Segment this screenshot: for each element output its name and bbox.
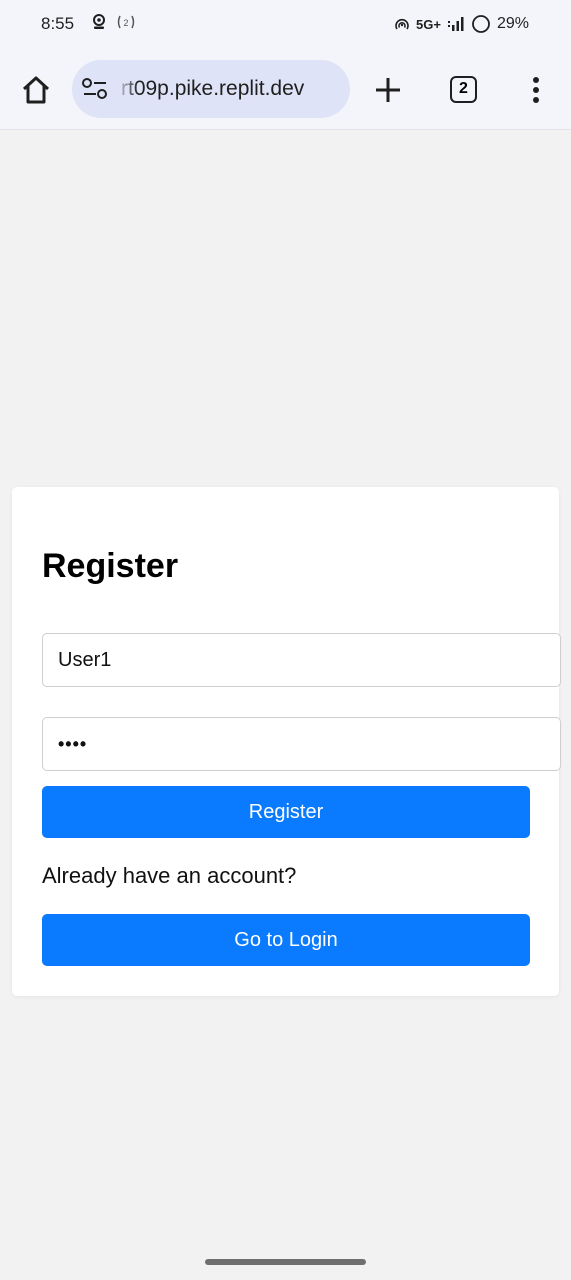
browser-toolbar: rt09p.pike.replit.dev 2 [0,50,571,130]
password-input[interactable]: •••• [42,717,561,771]
battery-saver-icon [472,15,490,33]
status-bar: 8:55 2 5G+ 29% [0,0,571,50]
url-text[interactable]: rt09p.pike.replit.dev [121,77,304,101]
home-indicator[interactable] [205,1259,366,1265]
status-time: 8:55 [41,14,75,33]
home-icon[interactable] [20,74,52,106]
nfc-icon [395,18,409,30]
status-right: 5G+ 29% [394,14,529,34]
address-bar[interactable]: rt09p.pike.replit.dev [72,60,350,118]
account-prompt: Already have an account? [42,863,297,888]
more-menu-icon[interactable] [526,75,546,105]
status-left-icons: 2 [92,14,136,30]
tab-switcher-button[interactable]: 2 [450,76,477,103]
site-settings-icon[interactable] [82,78,108,100]
svg-text:2: 2 [123,18,128,28]
url-fade [116,60,138,118]
network-type: 5G+ [416,16,441,32]
hotspot-icon: 2 [117,15,135,29]
battery-level: 29% [496,15,529,32]
webcam-icon [93,14,105,29]
register-card: Register User1 •••• Register Already hav… [12,487,561,996]
page-title: Register [42,547,179,585]
new-tab-icon[interactable] [372,74,404,106]
register-button[interactable]: Register [42,786,530,838]
username-input[interactable]: User1 [42,633,561,687]
signal-icon [447,17,464,31]
go-to-login-button[interactable]: Go to Login [42,914,530,966]
